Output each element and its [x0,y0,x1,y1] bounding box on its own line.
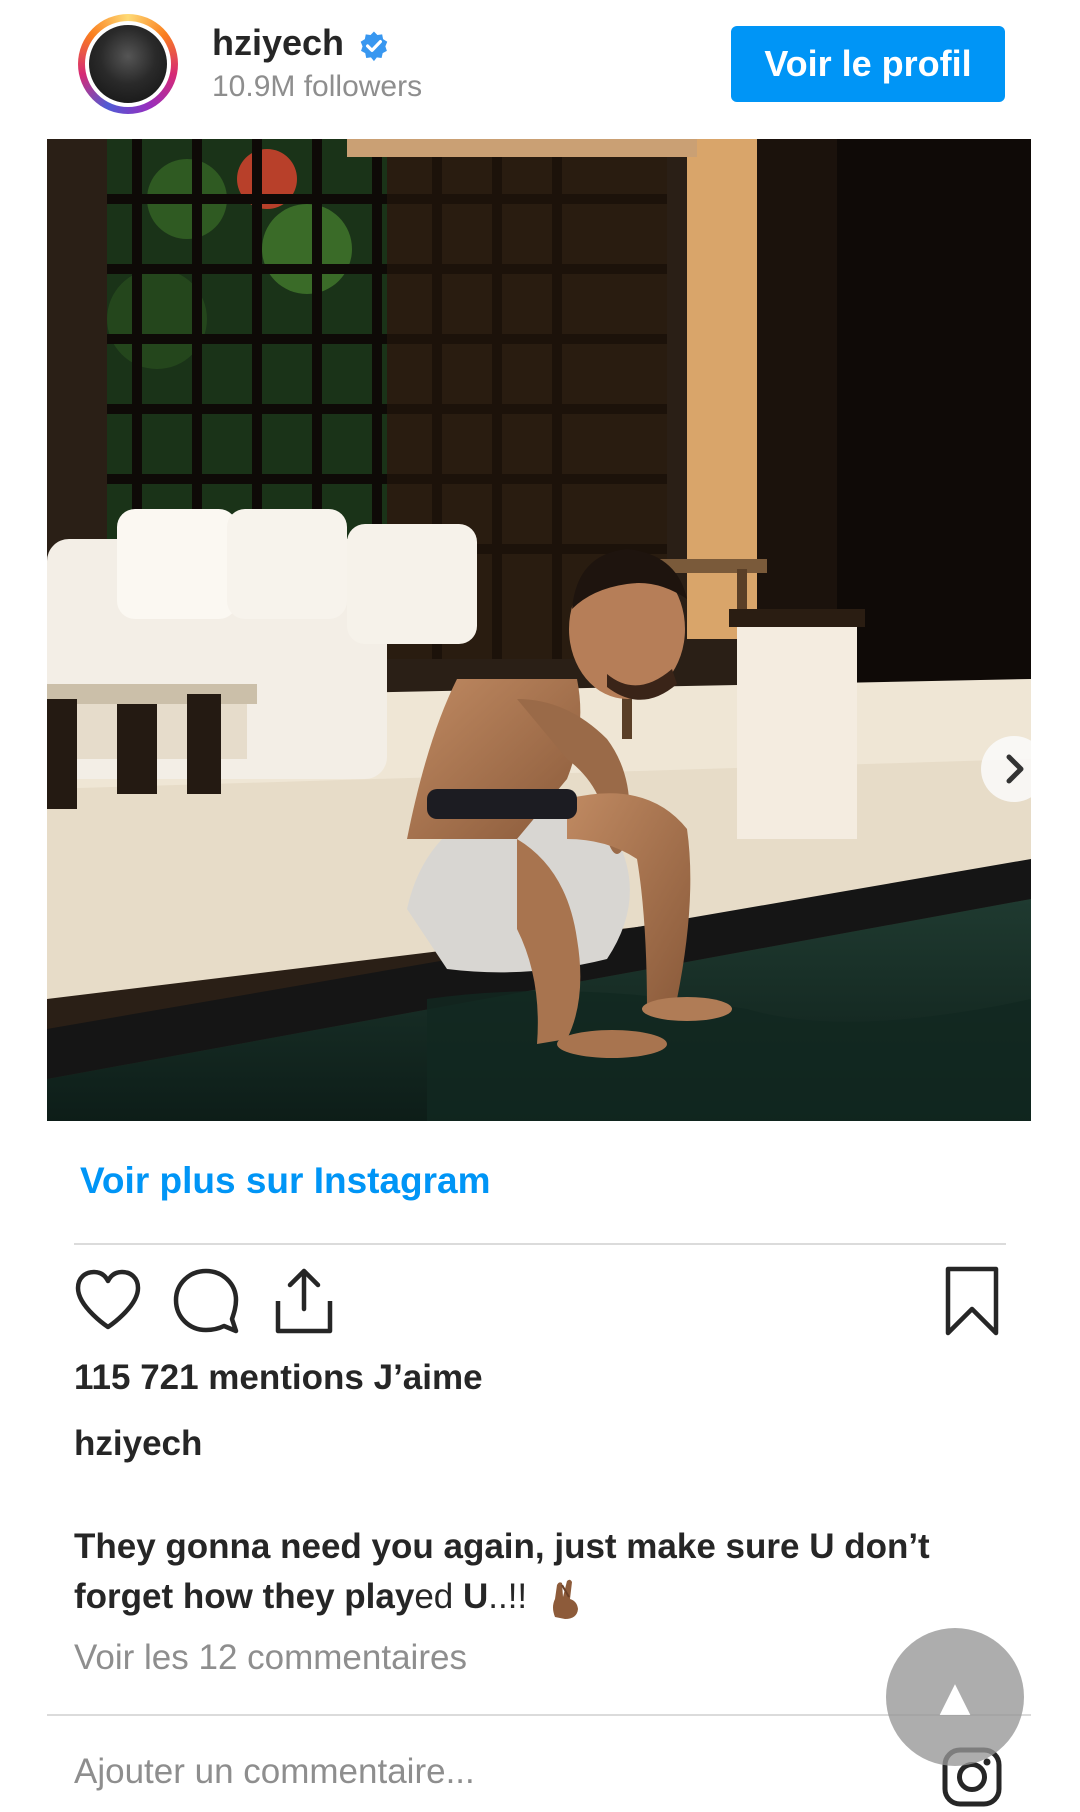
post-caption: They gonna need you again, just make sur… [74,1522,1014,1622]
profile-avatar[interactable] [78,14,178,114]
verified-badge-icon [360,31,388,62]
divider [74,1243,1006,1245]
divider [47,1714,1031,1716]
follower-count: 10.9M followers [212,70,423,103]
like-count[interactable]: 115 721 mentions J’aime [74,1358,483,1398]
share-icon[interactable] [268,1265,340,1337]
heart-icon[interactable] [72,1265,144,1337]
scroll-to-top-button[interactable]: ▲ [886,1628,1024,1766]
view-profile-button[interactable]: Voir le profil [731,26,1005,102]
chevron-right-icon [1006,754,1024,784]
crossed-fingers-icon [552,1579,578,1619]
caption-text-light: ed [414,1577,454,1616]
comment-icon[interactable] [170,1265,242,1337]
username[interactable]: hziyech [212,22,344,64]
avatar-image [85,21,171,107]
post-author[interactable]: hziyech [74,1424,202,1464]
view-more-on-instagram-link[interactable]: Voir plus sur Instagram [80,1160,491,1202]
caption-text-bold: U [453,1577,489,1616]
view-comments-link[interactable]: Voir les 12 commentaires [74,1638,467,1678]
carousel-next-button[interactable] [981,736,1031,802]
bookmark-icon[interactable] [936,1265,1008,1337]
embed-header: hziyech 10.9M followers Voir le profil [0,0,1080,138]
caption-text-end: ..!! [488,1577,528,1616]
post-photo[interactable] [47,139,1031,1121]
add-comment-field[interactable]: Ajouter un commentaire... [74,1752,475,1792]
photo-illustration [47,139,1031,1121]
